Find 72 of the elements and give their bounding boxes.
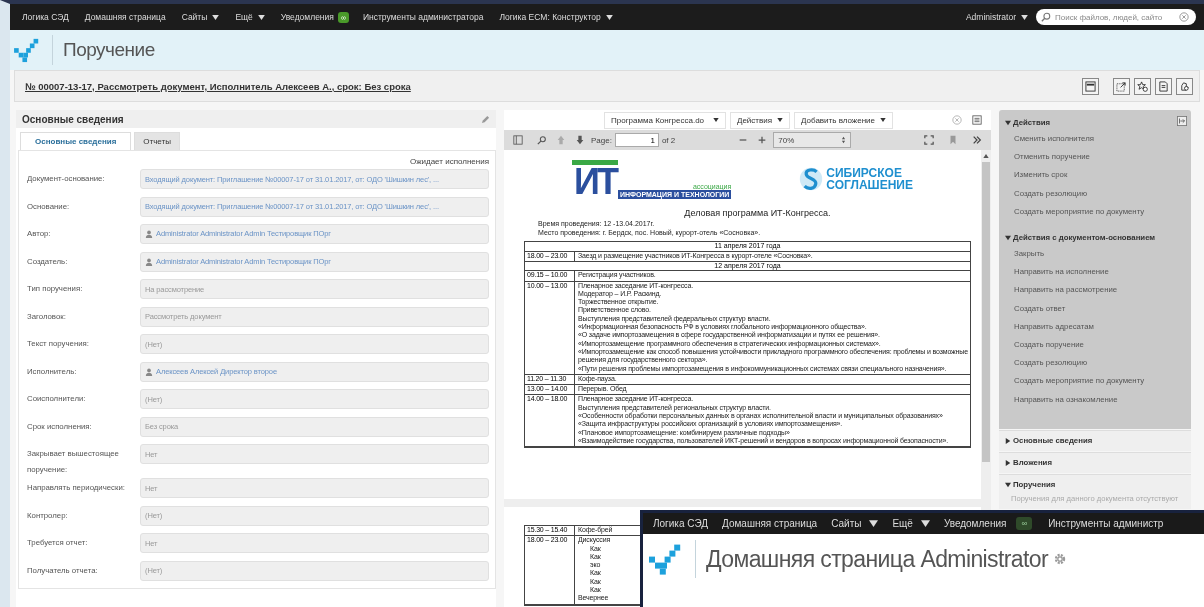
logo-text: СОГЛАШЕНИЕ: [826, 179, 913, 191]
user-menu[interactable]: Administrator: [957, 12, 1036, 22]
window-icon[interactable]: [1082, 77, 1099, 95]
page-label: Page:: [591, 135, 612, 145]
status-text: Ожидает исполнения: [408, 157, 489, 166]
caret-icon: [1021, 14, 1028, 20]
person-icon: [145, 257, 153, 266]
document-heading: Деловая программа ИТ-Конгресса.: [683, 208, 832, 218]
caret-icon: [605, 14, 613, 20]
nav-menu-item[interactable]: Инструменты администр: [1044, 518, 1174, 529]
caret-icon: [212, 14, 220, 20]
nav-menu-item[interactable]: Домашняя страница: [76, 12, 174, 22]
nav-menu-item[interactable]: Логика СЭД: [14, 12, 77, 22]
page-title: Поручение: [63, 39, 155, 61]
hand-icon[interactable]: [1176, 77, 1193, 95]
caret-icon: [869, 520, 879, 527]
triangle-icon: [1005, 120, 1011, 126]
page-number-field[interactable]: 1: [614, 133, 659, 147]
nav-menu-item[interactable]: Сайты: [173, 12, 228, 22]
document-icon[interactable]: [1155, 77, 1172, 95]
triangle-icon: [1005, 481, 1011, 488]
notification-badge: ∞: [1016, 517, 1033, 530]
page-count: of 2: [661, 135, 676, 145]
caret-icon: [920, 520, 930, 527]
nav-menu-item[interactable]: Инструменты администратора: [354, 12, 492, 22]
search-icon[interactable]: [537, 135, 547, 145]
caret-icon: [777, 118, 784, 122]
down-arrow-icon[interactable]: [575, 135, 585, 145]
clear-icon[interactable]: [1179, 12, 1189, 22]
collapse-panel-icon[interactable]: [1177, 116, 1187, 126]
triangle-icon: [1005, 459, 1011, 466]
person-icon: [145, 230, 153, 238]
logo-text: СИБИРСКОЕ: [826, 167, 903, 179]
nav-menu-item[interactable]: Домашняя страница: [718, 518, 828, 529]
pencil-icon[interactable]: [481, 114, 490, 124]
caret-icon: [713, 118, 719, 122]
bookmark-icon[interactable]: [948, 135, 958, 145]
tab[interactable]: Основные сведения: [20, 132, 132, 150]
search-icon: [1041, 12, 1051, 22]
record-title-link[interactable]: № 00007-13-17, Рассмотреть документ, Исполнитель Алексеев А., срок: Без срока: [25, 80, 411, 92]
add-attachment-dropdown[interactable]: Добавить вложение: [794, 111, 893, 129]
triangle-icon: [1005, 235, 1011, 241]
zoom-in-icon[interactable]: [757, 135, 768, 145]
triangle-icon: [1005, 437, 1011, 444]
section-title: Основные сведения: [22, 113, 124, 125]
search-field[interactable]: Поиск файлов, людей, сайто: [1036, 9, 1196, 25]
caret-icon: [257, 14, 265, 20]
attachment-dropdown[interactable]: Программа Конгресса.do: [604, 111, 726, 129]
settings-icon[interactable]: [1054, 553, 1067, 565]
nav-menu-item[interactable]: Сайты: [827, 518, 889, 529]
tab[interactable]: Отчеты: [134, 132, 180, 150]
favorite-icon[interactable]: [1134, 77, 1151, 95]
zoom-dropdown[interactable]: 70%: [773, 132, 852, 148]
close-icon[interactable]: [952, 115, 962, 125]
caret-icon: [879, 118, 886, 122]
actions-dropdown[interactable]: Действия: [730, 111, 791, 129]
nav-menu-item[interactable]: Ещё: [888, 518, 940, 529]
sidebar-toggle-icon[interactable]: [513, 135, 523, 145]
scroll-up-icon[interactable]: [983, 154, 989, 158]
share-icon[interactable]: [1113, 77, 1130, 95]
page-title: Домашняя страница Administrator: [706, 545, 1049, 573]
s-emblem-icon: [799, 165, 824, 193]
nav-menu-item[interactable]: Логика СЭД: [649, 518, 719, 529]
updown-icon: [841, 136, 847, 144]
logo-mark: ИТ: [572, 159, 618, 199]
double-chevron-icon[interactable]: [972, 135, 982, 145]
nav-menu-item[interactable]: Уведомления: [939, 518, 1017, 529]
person-icon: [145, 367, 153, 376]
list-icon[interactable]: [972, 115, 982, 125]
fullscreen-icon[interactable]: [924, 135, 934, 145]
nav-menu-item[interactable]: Ещё: [227, 12, 273, 22]
nav-menu-item[interactable]: Логика ECM: Конструктор: [491, 12, 621, 22]
